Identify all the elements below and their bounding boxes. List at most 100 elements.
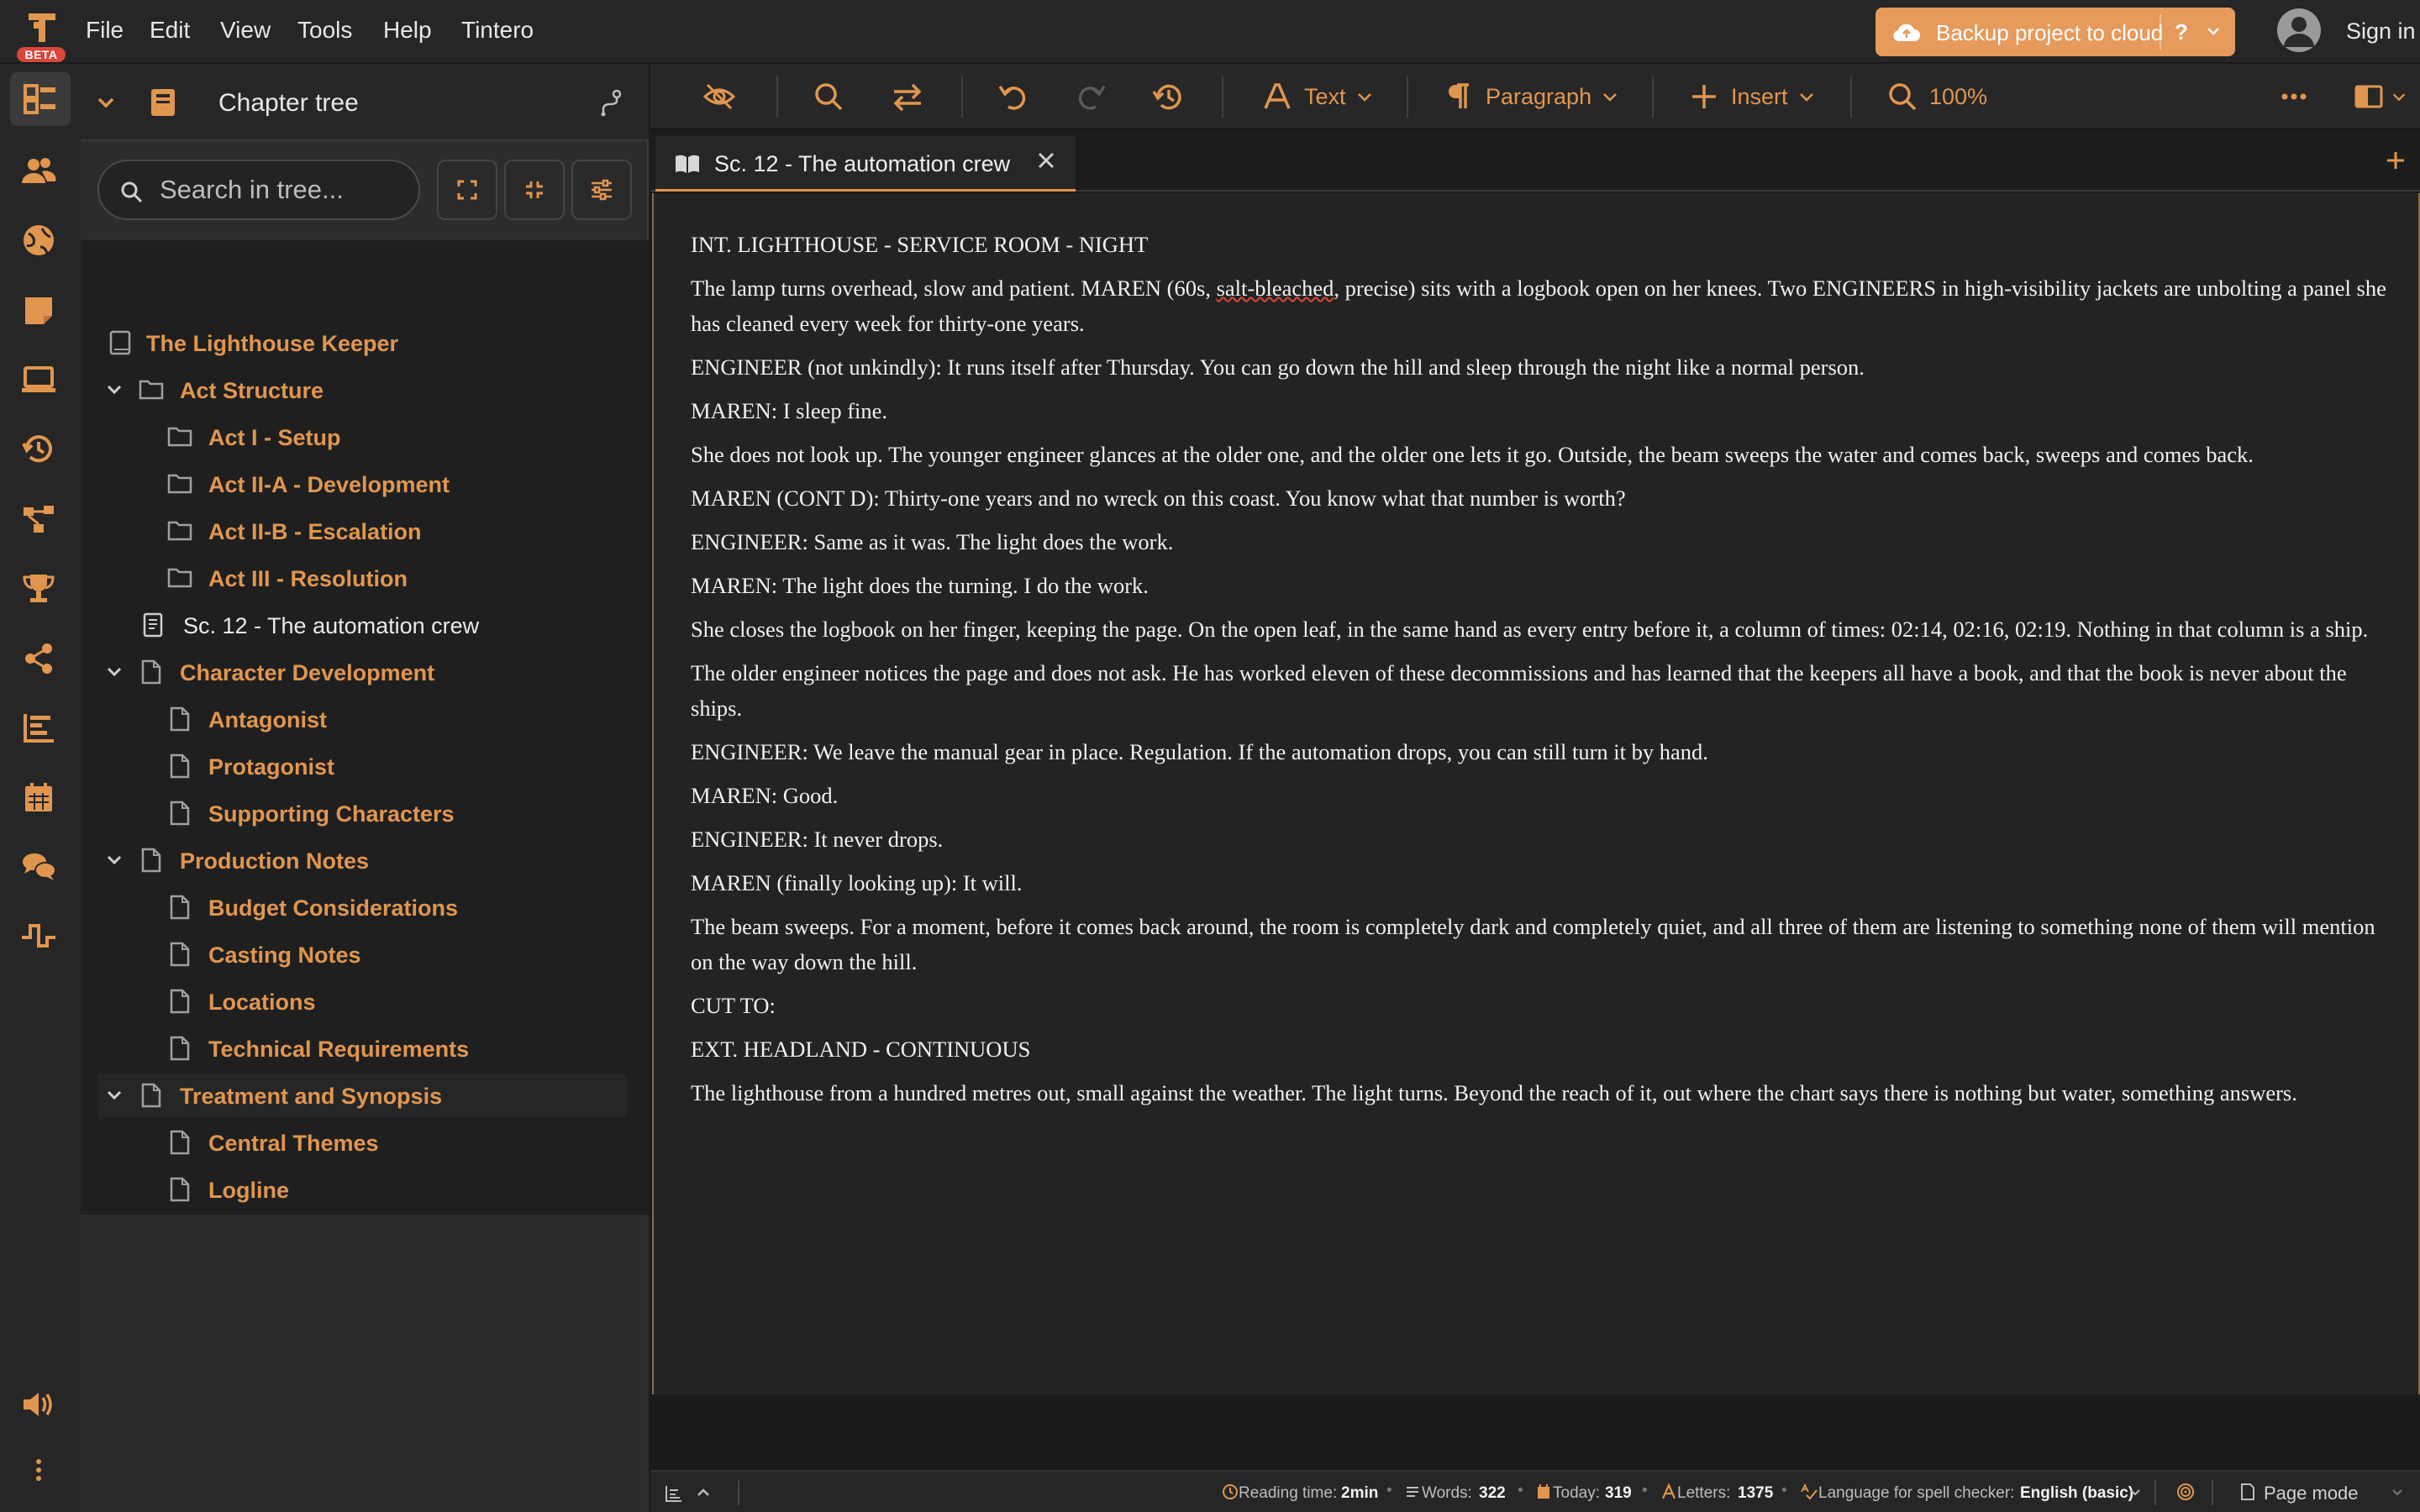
tree-item-document[interactable]: Treatment and Synopsis xyxy=(97,1074,627,1117)
font-icon xyxy=(1264,83,1291,109)
chevron-down-icon[interactable] xyxy=(2128,1484,2143,1499)
reading-time-label: Reading time: xyxy=(1239,1484,1338,1502)
document-text[interactable]: INT. LIGHTHOUSE - SERVICE ROOM - NIGHT T… xyxy=(691,227,2396,1119)
menu-view[interactable]: View xyxy=(220,17,271,44)
spellcheck-language-value[interactable]: English (basic) xyxy=(2020,1484,2133,1502)
chevron-down-icon[interactable] xyxy=(2205,19,2222,43)
tree-item-document[interactable]: Antagonist xyxy=(97,697,627,741)
backup-help-button[interactable]: ? xyxy=(2175,19,2188,45)
chevron-down-icon[interactable] xyxy=(104,850,124,870)
tree-item-document[interactable]: Technical Requirements xyxy=(97,1026,627,1070)
transition: CUT TO: xyxy=(691,993,776,1018)
document-footer-area xyxy=(652,1394,2420,1470)
chevron-down-icon[interactable] xyxy=(104,380,124,400)
tree-item-document[interactable]: Casting Notes xyxy=(97,932,627,976)
expand-all-button[interactable] xyxy=(437,160,497,220)
document-icon xyxy=(141,659,161,685)
tree-item-document[interactable]: Character Development xyxy=(97,650,627,694)
timeline-icon[interactable] xyxy=(17,914,60,958)
avatar[interactable] xyxy=(2277,8,2321,52)
tree-item-label: Act III - Resolution xyxy=(208,566,408,591)
outline-toggle-icon[interactable] xyxy=(664,1483,684,1504)
more-options-button[interactable] xyxy=(2277,79,2311,114)
tree-item-document[interactable]: Supporting Characters xyxy=(97,791,627,835)
collapse-panel-chevron-icon[interactable] xyxy=(92,89,119,116)
tree-item-document[interactable]: Production Notes xyxy=(97,838,627,882)
notes-icon[interactable] xyxy=(17,289,60,333)
insert-label: Insert xyxy=(1731,83,1788,109)
insert-dropdown[interactable]: Insert xyxy=(1687,79,1817,114)
add-tab-icon[interactable] xyxy=(2383,148,2408,173)
undo-button[interactable] xyxy=(997,79,1030,114)
goals-trophy-icon[interactable] xyxy=(17,566,60,610)
characters-icon[interactable] xyxy=(17,150,60,193)
chevron-down-icon[interactable] xyxy=(2390,1484,2405,1499)
dialogue-paragraph: ENGINEER: Same as it was. The light does… xyxy=(691,529,1174,554)
close-icon[interactable] xyxy=(1034,148,1059,173)
tree-item-book[interactable]: The Lighthouse Keeper xyxy=(97,321,627,365)
tree-item-folder[interactable]: Act II-A - Development xyxy=(97,462,627,506)
focus-mode-button[interactable] xyxy=(702,79,736,114)
history-icon[interactable] xyxy=(17,427,60,470)
today-label: Today: xyxy=(1553,1484,1600,1502)
version-history-button[interactable] xyxy=(1151,79,1185,114)
menu-file[interactable]: File xyxy=(86,17,124,44)
zoom-control[interactable]: 100% xyxy=(1886,79,1987,114)
world-icon[interactable] xyxy=(17,218,60,262)
tree-item-document[interactable]: Budget Considerations xyxy=(97,885,627,929)
tree-item-document[interactable]: Logline xyxy=(97,1168,627,1211)
dialogue-paragraph: ENGINEER: It never drops. xyxy=(691,827,944,852)
chapter-tree-icon[interactable] xyxy=(10,72,71,126)
toolbar-divider xyxy=(1222,76,1223,118)
chevron-down-icon xyxy=(1357,93,1371,102)
structure-icon[interactable] xyxy=(17,497,60,541)
tree-item-document[interactable]: Protagonist xyxy=(97,744,627,788)
tree-item-scene[interactable]: Sc. 12 - The automation crew xyxy=(97,603,627,647)
preview-icon[interactable] xyxy=(17,358,60,402)
dialogue-paragraph: MAREN: I sleep fine. xyxy=(691,398,888,423)
target-icon[interactable] xyxy=(2176,1483,2195,1501)
redo-button[interactable] xyxy=(1074,79,1107,114)
menu-tools[interactable]: Tools xyxy=(297,17,352,44)
sidebar-rail xyxy=(0,64,81,1512)
tree-search-box[interactable] xyxy=(97,160,420,220)
tree-item-folder[interactable]: Act Structure xyxy=(97,368,627,412)
page-mode-toggle[interactable]: Page mode xyxy=(2264,1483,2359,1504)
sign-in-link[interactable]: Sign in xyxy=(2346,18,2416,45)
tree-item-folder[interactable]: Act III - Resolution xyxy=(97,556,627,600)
chevron-down-icon[interactable] xyxy=(104,1085,124,1105)
find-button[interactable] xyxy=(812,79,845,114)
app-logo[interactable]: BETA xyxy=(15,8,69,62)
layout-split-button[interactable] xyxy=(2353,79,2408,114)
paragraph-format-dropdown[interactable]: Paragraph xyxy=(1442,79,1620,114)
calendar-icon[interactable] xyxy=(17,776,60,820)
sound-icon[interactable] xyxy=(17,1383,60,1426)
replace-button[interactable] xyxy=(891,79,924,114)
backup-to-cloud-button[interactable]: Backup project to cloud ? xyxy=(1876,8,2235,56)
menu-tintero[interactable]: Tintero xyxy=(461,17,534,44)
tree-item-folder[interactable]: Act II-B - Escalation xyxy=(97,509,627,553)
beta-badge: BETA xyxy=(17,47,66,62)
route-icon[interactable] xyxy=(595,87,625,118)
chevron-down-icon[interactable] xyxy=(104,662,124,682)
document-page[interactable]: INT. LIGHTHOUSE - SERVICE ROOM - NIGHT T… xyxy=(652,193,2420,1394)
share-icon[interactable] xyxy=(17,637,60,680)
tree-item-label: Logline xyxy=(208,1178,289,1203)
chat-icon[interactable] xyxy=(17,845,60,889)
stats-icon[interactable] xyxy=(17,706,60,749)
menu-edit[interactable]: Edit xyxy=(150,17,190,44)
more-vertical-icon[interactable] xyxy=(17,1448,60,1492)
tree-item-folder[interactable]: Act I - Setup xyxy=(97,415,627,459)
folder-icon xyxy=(167,474,192,494)
menu-help[interactable]: Help xyxy=(383,17,432,44)
search-input[interactable] xyxy=(160,173,403,207)
tree-item-document[interactable]: Central Themes xyxy=(97,1121,627,1164)
tree-filter-button[interactable] xyxy=(571,160,632,220)
tree-item-label: Casting Notes xyxy=(208,942,361,968)
collapse-all-button[interactable] xyxy=(504,160,565,220)
text-format-dropdown[interactable]: Text xyxy=(1260,79,1375,114)
tab-scene-12[interactable]: Sc. 12 - The automation crew xyxy=(655,136,1076,192)
tree-item-document[interactable]: Locations xyxy=(97,979,627,1023)
misspelled-word[interactable]: salt-bleached xyxy=(1217,276,1334,301)
chevron-up-icon[interactable] xyxy=(694,1483,713,1502)
